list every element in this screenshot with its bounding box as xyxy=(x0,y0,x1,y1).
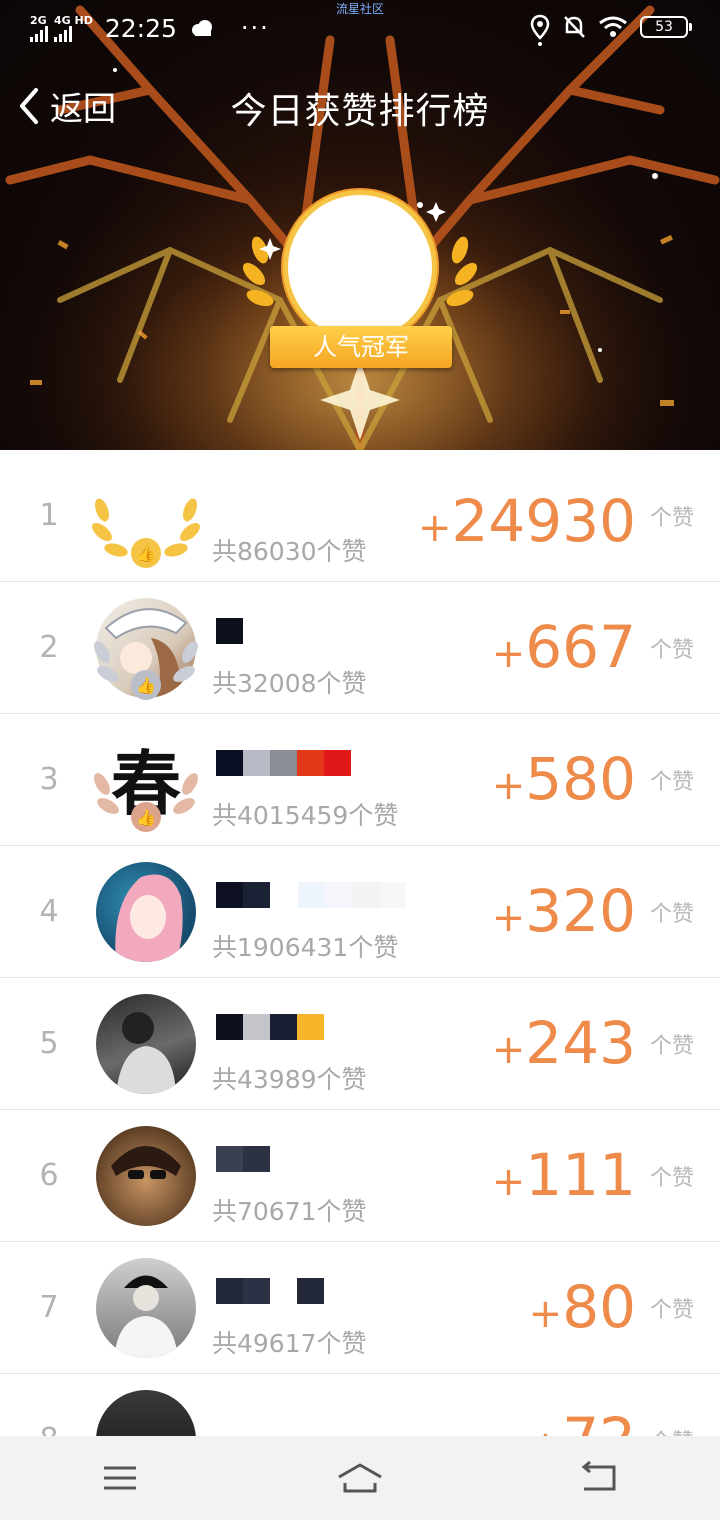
system-nav-bar xyxy=(0,1436,720,1520)
battery-icon: 53 xyxy=(640,16,692,38)
today-likes: +320 xyxy=(491,877,636,945)
ranking-row[interactable]: 2 👍 共32008个赞 +667 个赞 xyxy=(0,582,720,714)
username-redacted xyxy=(216,1278,324,1304)
today-likes: +24930 xyxy=(417,487,636,555)
avatar[interactable] xyxy=(96,862,196,962)
signal-4g-icon: 4G HD xyxy=(54,15,93,42)
avatar[interactable] xyxy=(96,1258,196,1358)
likes-unit: 个赞 xyxy=(649,638,694,663)
rank-number: 3 xyxy=(39,762,59,797)
ranking-row[interactable]: 6 共70671个赞 +111 个赞 xyxy=(0,1110,720,1242)
total-likes: 共70671个赞 xyxy=(212,1197,367,1226)
today-likes: +580 xyxy=(491,745,636,813)
total-likes: 共43989个赞 xyxy=(212,1065,367,1094)
rank-number: 4 xyxy=(39,894,59,929)
likes-unit: 个赞 xyxy=(649,1034,694,1059)
total-likes: 共86030个赞 xyxy=(212,537,367,566)
today-likes: +667 xyxy=(491,613,636,681)
signal-2g-icon: 2G xyxy=(30,15,48,42)
rank-number: 7 xyxy=(39,1290,59,1325)
menu-button[interactable] xyxy=(90,1458,150,1498)
thumbs-up-icon: 👍 xyxy=(131,802,161,832)
likes-unit: 个赞 xyxy=(649,1298,694,1323)
back-nav-button[interactable] xyxy=(570,1458,630,1498)
likes-unit: 个赞 xyxy=(649,770,694,795)
nav-bar: 返回 今日获赞排行榜 xyxy=(0,74,720,138)
today-likes: +243 xyxy=(491,1009,636,1077)
ranking-row[interactable]: 3 春 👍 共4015459个赞 +580 个赞 xyxy=(0,714,720,846)
ranking-row[interactable]: 1 👍 共86030个赞 +24930 个赞 xyxy=(0,450,720,582)
status-time: 22:25 xyxy=(104,13,177,43)
champion-header: 2G 4G HD 22:25 ··· 流星社区 53 返回 今日获赞排行榜 人气… xyxy=(0,0,720,450)
home-icon xyxy=(338,1463,382,1493)
total-likes: 共49617个赞 xyxy=(212,1329,367,1358)
likes-unit: 个赞 xyxy=(649,1166,694,1191)
avatar[interactable] xyxy=(96,1126,196,1226)
rank-number: 6 xyxy=(39,1158,59,1193)
return-icon xyxy=(581,1461,616,1491)
champion-ribbon: 人气冠军 xyxy=(270,326,452,368)
total-likes: 共1906431个赞 xyxy=(212,933,399,962)
home-button[interactable] xyxy=(330,1458,390,1498)
rank-number: 1 xyxy=(39,498,59,533)
mute-bell-icon xyxy=(564,16,585,38)
champion-avatar[interactable]: 人气冠军 xyxy=(240,190,480,380)
thumbs-up-icon: 👍 xyxy=(131,670,161,700)
menu-icon xyxy=(104,1466,136,1490)
location-icon xyxy=(530,14,550,40)
wifi-icon xyxy=(599,16,627,37)
status-bar: 2G 4G HD 22:25 ··· 流星社区 53 xyxy=(0,0,720,56)
status-more-icon: ··· xyxy=(240,14,270,42)
weather-cloud-icon xyxy=(191,20,212,36)
total-likes: 共32008个赞 xyxy=(212,669,367,698)
champion-avatar-image xyxy=(283,190,437,344)
rank-number: 2 xyxy=(39,630,59,665)
page-title: 今日获赞排行榜 xyxy=(230,91,490,132)
likes-unit: 个赞 xyxy=(649,902,694,927)
thumbs-up-icon: 👍 xyxy=(131,538,161,568)
ranking-row[interactable]: 4 共1906431个赞 +320 个赞 xyxy=(0,846,720,978)
username-redacted xyxy=(216,1014,324,1040)
today-likes: +80 xyxy=(528,1273,636,1341)
likes-unit: 个赞 xyxy=(649,506,694,531)
username-redacted xyxy=(216,750,351,776)
avatar[interactable] xyxy=(96,994,196,1094)
username-redacted xyxy=(216,618,243,644)
today-likes: +111 xyxy=(491,1141,636,1209)
ranking-row[interactable]: 5 共43989个赞 +243 个赞 xyxy=(0,978,720,1110)
username-redacted xyxy=(216,882,406,908)
ranking-row[interactable]: 7 共49617个赞 +80 个赞 xyxy=(0,1242,720,1374)
username-redacted xyxy=(216,1146,270,1172)
total-likes: 共4015459个赞 xyxy=(212,801,399,830)
rank-number: 5 xyxy=(39,1026,59,1061)
ranking-list: 1 👍 共86030个赞 +24930 个赞 2 👍 共32008个赞 +667… xyxy=(0,450,720,1506)
